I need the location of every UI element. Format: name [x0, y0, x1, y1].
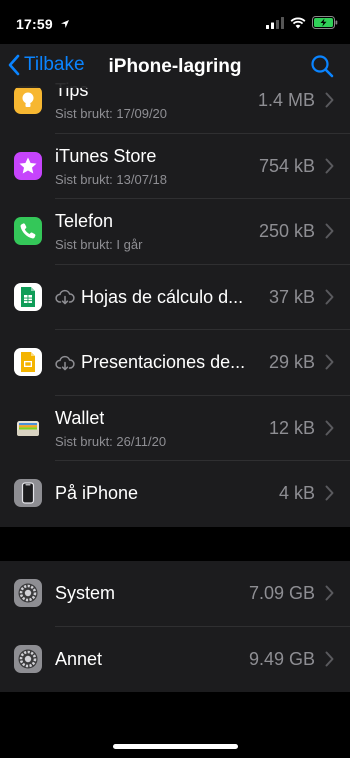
other-gear-icon: [14, 644, 42, 673]
app-size: 754 kB: [258, 155, 315, 176]
chevron-right-icon: [325, 485, 334, 501]
home-indicator[interactable]: [113, 744, 238, 749]
app-storage-list: Tips Sist brukt: 17/09/20 1.4 MB iTunes …: [0, 68, 350, 527]
item-name: Annet: [55, 648, 103, 669]
chevron-right-icon: [325, 158, 334, 173]
app-row-wallet[interactable]: Wallet Sist brukt: 26/11/20 12 kB: [0, 396, 350, 462]
search-button[interactable]: [310, 54, 334, 83]
wifi-icon: [290, 17, 306, 28]
last-used: Sist brukt: 26/11/20: [55, 433, 167, 449]
app-size: 29 kB: [268, 352, 315, 372]
app-row-itunes-store[interactable]: iTunes Store Sist brukt: 13/07/18 754 kB: [0, 134, 350, 200]
app-name: Presentaciones de...: [81, 352, 246, 372]
app-row-on-iphone[interactable]: På iPhone 4 kB: [0, 461, 350, 527]
google-sheets-icon: [14, 282, 42, 311]
other-row[interactable]: Annet 9.49 GB: [0, 627, 350, 693]
app-row-google-sheets[interactable]: Hojas de cálculo d... 37 kB: [0, 265, 350, 331]
top-chrome: 17:59 Tilbake iPhone-lagring: [0, 0, 350, 88]
back-button[interactable]: Tilbake: [8, 54, 85, 76]
app-size: 250 kB: [258, 221, 315, 241]
cloud-download-icon: [55, 355, 75, 370]
system-storage-list: System 7.09 GB Annet 9.49 GB: [0, 561, 350, 692]
google-slides-icon: [14, 348, 42, 376]
item-size: 9.49 GB: [248, 648, 315, 669]
location-arrow-icon: [61, 20, 69, 28]
itunes-store-icon: [14, 151, 42, 180]
last-used: Sist brukt: 17/09/20: [55, 106, 168, 121]
app-name: Hojas de cálculo d...: [81, 286, 244, 307]
app-size: 37 kB: [268, 286, 315, 307]
on-iphone-icon: [14, 479, 42, 507]
cellular-signal-icon: [266, 16, 284, 29]
app-name: På iPhone: [55, 483, 139, 503]
wallet-icon: [14, 413, 42, 442]
status-bar-overlay: 17:59: [0, 0, 350, 44]
search-icon: [311, 55, 334, 78]
item-size: 7.09 GB: [248, 583, 315, 603]
status-indicators: [266, 16, 338, 29]
chevron-right-icon: [325, 585, 334, 601]
chevron-right-icon: [325, 651, 334, 666]
chevron-right-icon: [325, 223, 334, 239]
last-used: Sist brukt: I går: [55, 237, 143, 252]
chevron-right-icon: [325, 92, 334, 108]
item-name: System: [55, 583, 116, 603]
app-size: 1.4 MB: [257, 90, 315, 110]
app-name: iTunes Store: [55, 145, 157, 166]
app-size: 4 kB: [278, 483, 315, 503]
tips-icon: [14, 86, 42, 114]
app-row-telefon[interactable]: Telefon Sist brukt: I går 250 kB: [0, 199, 350, 265]
last-used: Sist brukt: 13/07/18: [55, 171, 168, 187]
system-gear-icon: [14, 579, 42, 607]
chevron-right-icon: [325, 420, 334, 435]
chevron-right-icon: [325, 354, 334, 370]
app-name: Telefon: [55, 211, 114, 231]
system-row[interactable]: System 7.09 GB: [0, 561, 350, 627]
status-time: 17:59: [16, 16, 53, 32]
battery-charging-icon: [312, 16, 338, 29]
app-size: 12 kB: [268, 417, 315, 438]
app-row-google-slides[interactable]: Presentaciones de... 29 kB: [0, 330, 350, 396]
cloud-download-icon: [55, 289, 75, 305]
chevron-right-icon: [325, 289, 334, 304]
chevron-left-icon: [8, 54, 20, 76]
phone-icon: [14, 217, 42, 245]
back-button-label: Tilbake: [24, 54, 85, 75]
app-name: Wallet: [55, 407, 105, 428]
